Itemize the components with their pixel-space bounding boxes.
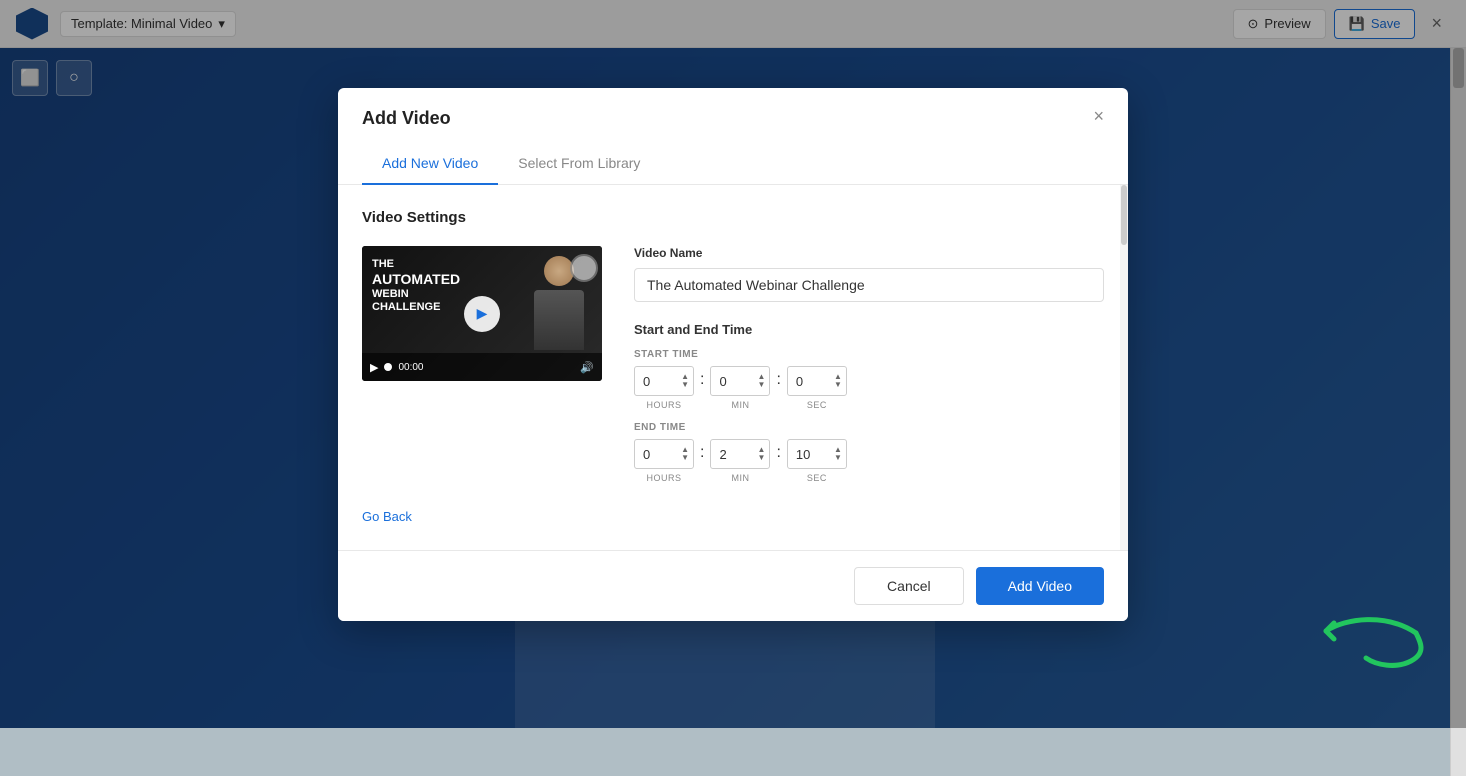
modal-header: Add Video Add New Video Select From Libr… <box>338 88 1128 185</box>
start-sec-spinner[interactable]: 0 ▲ ▼ <box>787 366 847 396</box>
modal-close-icon: × <box>1093 106 1104 126</box>
video-line2: AUTOMATED <box>372 271 460 288</box>
add-video-modal: Add Video Add New Video Select From Libr… <box>338 88 1128 621</box>
end-sec-down[interactable]: ▼ <box>834 454 842 462</box>
start-hours-down[interactable]: ▼ <box>681 381 689 389</box>
start-sec-down[interactable]: ▼ <box>834 381 842 389</box>
modal-close-button[interactable]: × <box>1093 106 1104 127</box>
start-min-spinner[interactable]: 0 ▲ ▼ <box>710 366 770 396</box>
go-back-link[interactable]: Go Back <box>362 509 412 524</box>
start-hours-group: 0 ▲ ▼ HOURS <box>634 366 694 410</box>
start-min-down[interactable]: ▼ <box>758 381 766 389</box>
end-min-group: 2 ▲ ▼ MIN <box>710 439 770 483</box>
start-min-group: 0 ▲ ▼ MIN <box>710 366 770 410</box>
tab-add-new-video[interactable]: Add New Video <box>362 145 498 185</box>
end-min-down[interactable]: ▼ <box>758 454 766 462</box>
end-sec-spinner[interactable]: 10 ▲ ▼ <box>787 439 847 469</box>
volume-icon[interactable]: 🔊 <box>580 361 594 374</box>
section-title: Video Settings <box>362 209 1104 226</box>
tab-select-from-library[interactable]: Select From Library <box>498 145 660 185</box>
start-min-arrows[interactable]: ▲ ▼ <box>758 373 766 389</box>
start-end-time-label: Start and End Time <box>634 322 1104 337</box>
video-line4: CHALLENGE <box>372 301 460 314</box>
video-name-input[interactable] <box>634 268 1104 302</box>
start-min-value: 0 <box>719 374 726 389</box>
start-time-inputs: 0 ▲ ▼ HOURS : 0 ▲ <box>634 366 1104 410</box>
start-time-label: START TIME <box>634 349 1104 360</box>
video-settings-right: Video Name Start and End Time START TIME… <box>634 246 1104 489</box>
video-play-button[interactable]: ▶ <box>464 296 500 332</box>
end-hours-arrows[interactable]: ▲ ▼ <box>681 446 689 462</box>
end-hours-spinner[interactable]: 0 ▲ ▼ <box>634 439 694 469</box>
end-time-label: END TIME <box>634 422 1104 433</box>
end-min-value: 2 <box>719 447 726 462</box>
cancel-button[interactable]: Cancel <box>854 567 964 605</box>
hours-label-end: HOURS <box>646 473 681 483</box>
modal-header-left: Add Video Add New Video Select From Libr… <box>362 108 660 184</box>
colon4: : <box>774 444 782 462</box>
end-sec-value: 10 <box>796 447 810 462</box>
end-hours-down[interactable]: ▼ <box>681 454 689 462</box>
modal-body: Video Settings THE AUTOMATED WEBIN CHALL… <box>338 185 1128 550</box>
modal-footer: Cancel Add Video <box>338 550 1128 621</box>
video-thumbnail[interactable]: THE AUTOMATED WEBIN CHALLENGE ▶ <box>362 246 602 381</box>
time-display: 00:00 <box>398 362 423 373</box>
colon3: : <box>698 444 706 462</box>
start-hours-spinner[interactable]: 0 ▲ ▼ <box>634 366 694 396</box>
video-clock <box>570 254 598 282</box>
modal-tabs: Add New Video Select From Library <box>362 145 660 184</box>
video-thumbnail-container: THE AUTOMATED WEBIN CHALLENGE ▶ <box>362 246 602 381</box>
sec-label-end: SEC <box>807 473 827 483</box>
end-min-spinner[interactable]: 2 ▲ ▼ <box>710 439 770 469</box>
progress-dot <box>384 363 392 371</box>
start-hours-arrows[interactable]: ▲ ▼ <box>681 373 689 389</box>
end-time-inputs: 0 ▲ ▼ HOURS : 2 ▲ <box>634 439 1104 483</box>
hours-label: HOURS <box>646 400 681 410</box>
play-icon-small[interactable]: ▶ <box>370 361 378 374</box>
start-sec-group: 0 ▲ ▼ SEC <box>787 366 847 410</box>
add-video-button[interactable]: Add Video <box>976 567 1104 605</box>
video-controls: ▶ 00:00 🔊 <box>362 353 602 381</box>
min-label-end: MIN <box>731 473 749 483</box>
end-hours-group: 0 ▲ ▼ HOURS <box>634 439 694 483</box>
modal-title: Add Video <box>362 108 660 129</box>
video-body <box>534 290 584 350</box>
colon2: : <box>774 371 782 389</box>
end-sec-group: 10 ▲ ▼ SEC <box>787 439 847 483</box>
min-label-start: MIN <box>731 400 749 410</box>
video-name-label: Video Name <box>634 246 1104 260</box>
end-min-arrows[interactable]: ▲ ▼ <box>758 446 766 462</box>
video-line1: THE <box>372 258 460 271</box>
start-sec-value: 0 <box>796 374 803 389</box>
start-sec-arrows[interactable]: ▲ ▼ <box>834 373 842 389</box>
start-hours-value: 0 <box>643 374 650 389</box>
video-text-overlay: THE AUTOMATED WEBIN CHALLENGE <box>372 258 460 314</box>
video-line3: WEBIN <box>372 288 460 301</box>
end-hours-value: 0 <box>643 447 650 462</box>
modal-scrollbar[interactable] <box>1120 185 1128 550</box>
video-settings-row: THE AUTOMATED WEBIN CHALLENGE ▶ <box>362 246 1104 489</box>
colon1: : <box>698 371 706 389</box>
end-sec-arrows[interactable]: ▲ ▼ <box>834 446 842 462</box>
sec-label-start: SEC <box>807 400 827 410</box>
modal-scroll-thumb[interactable] <box>1121 185 1127 245</box>
